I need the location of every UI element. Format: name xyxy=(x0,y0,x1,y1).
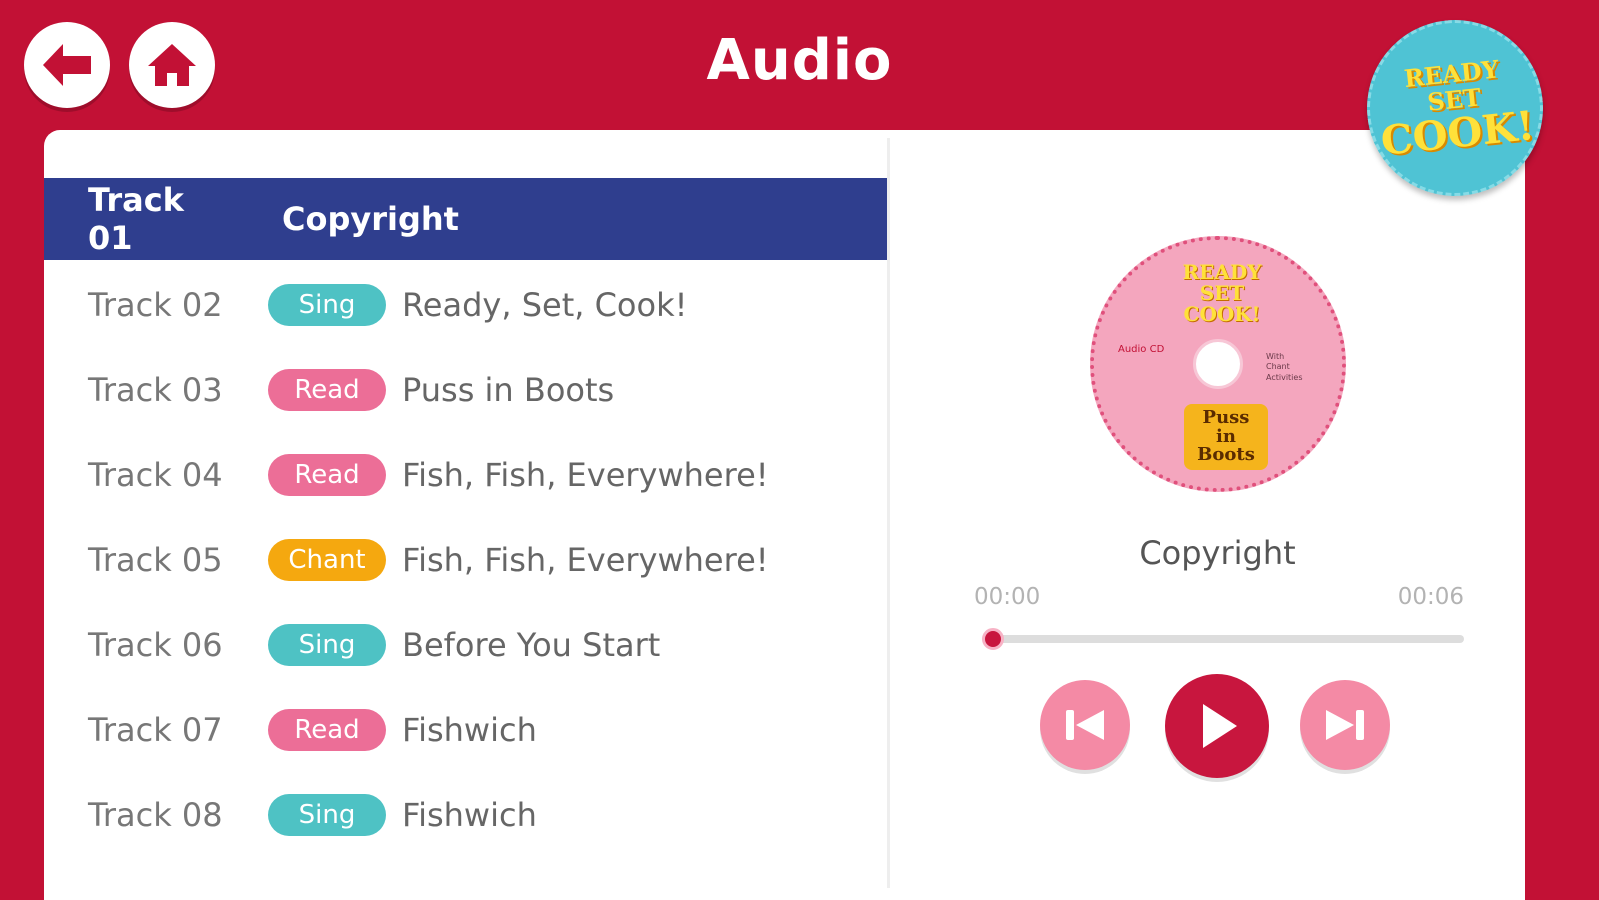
track-number: Track 08 xyxy=(88,795,223,834)
track-number: Track 03 xyxy=(88,370,223,409)
logo-text-line3: COOK! xyxy=(1378,101,1537,165)
track-row-07[interactable]: Track 07 Read Fishwich xyxy=(44,687,887,772)
badge-read: Read xyxy=(268,368,386,411)
track-number: Track 04 xyxy=(88,455,223,494)
track-number: Track 06 xyxy=(88,625,223,664)
audio-player: READY SET COOK! Audio CD With Chant Acti… xyxy=(890,130,1525,900)
cd-box-line1: Puss xyxy=(1202,406,1250,428)
badge-sing: Sing xyxy=(268,793,386,836)
progress-knob[interactable] xyxy=(981,628,1004,650)
badge-chant: Chant xyxy=(268,538,386,581)
track-title: Ready, Set, Cook! xyxy=(402,285,688,324)
cd-title-line2: SET xyxy=(1199,281,1245,305)
cd-title-line1: READY xyxy=(1182,260,1262,284)
now-playing-title: Copyright xyxy=(1139,534,1296,572)
track-title: Fishwich xyxy=(402,710,537,749)
cd-box-line3: Boots xyxy=(1197,444,1255,466)
track-row-02[interactable]: Track 02 Sing Ready, Set, Cook! xyxy=(44,262,887,347)
play-button[interactable] xyxy=(1165,674,1269,778)
badge-sing: Sing xyxy=(268,623,386,666)
badge-read: Read xyxy=(268,453,386,496)
track-number: Track 07 xyxy=(88,710,223,749)
time-elapsed: 00:00 xyxy=(974,584,1041,610)
cd-artwork: READY SET COOK! Audio CD With Chant Acti… xyxy=(1090,236,1346,492)
track-number: Track 01 xyxy=(88,181,184,257)
cd-title: READY SET COOK! xyxy=(1094,262,1350,325)
track-number: Track 02 xyxy=(88,285,223,324)
previous-track-button[interactable] xyxy=(1040,680,1130,770)
play-icon xyxy=(1203,704,1237,748)
page-title: Audio xyxy=(706,28,893,93)
content-panel: Track 01 Copyright Track 02 Sing Ready, … xyxy=(44,130,1525,900)
track-list: Track 01 Copyright Track 02 Sing Ready, … xyxy=(44,178,887,857)
track-row-05[interactable]: Track 05 Chant Fish, Fish, Everywhere! xyxy=(44,517,887,602)
progress-bar[interactable] xyxy=(981,628,1464,650)
cd-label-right-2: Chant xyxy=(1266,362,1290,372)
app-header: Audio xyxy=(0,0,1599,130)
badge-read: Read xyxy=(268,708,386,751)
track-number: Track 05 xyxy=(88,540,223,579)
track-title: Fish, Fish, Everywhere! xyxy=(402,455,769,494)
track-title: Fish, Fish, Everywhere! xyxy=(402,540,769,579)
track-title: Puss in Boots xyxy=(402,370,615,409)
cd-title-line3: COOK! xyxy=(1183,302,1261,326)
cd-label-left: Audio CD xyxy=(1118,344,1165,355)
skip-previous-icon xyxy=(1066,710,1104,740)
cd-book-sign: Puss in Boots xyxy=(1184,404,1268,470)
track-row-04[interactable]: Track 04 Read Fish, Fish, Everywhere! xyxy=(44,432,887,517)
badge-sing: Sing xyxy=(268,283,386,326)
track-row-06[interactable]: Track 06 Sing Before You Start xyxy=(44,602,887,687)
track-row-03[interactable]: Track 03 Read Puss in Boots xyxy=(44,347,887,432)
track-row-01[interactable]: Track 01 Copyright xyxy=(44,178,887,260)
track-title: Copyright xyxy=(282,200,459,238)
track-title: Fishwich xyxy=(402,795,537,834)
cd-label-right-3: Activities xyxy=(1266,372,1303,382)
next-track-button[interactable] xyxy=(1300,680,1390,770)
skip-next-icon xyxy=(1326,710,1364,740)
track-row-08[interactable]: Track 08 Sing Fishwich xyxy=(44,772,887,857)
cd-label-right: With Chant Activities xyxy=(1266,352,1303,383)
cd-center-hole xyxy=(1193,339,1243,389)
cd-label-right-1: With xyxy=(1266,352,1285,361)
track-title: Before You Start xyxy=(402,625,661,664)
time-total: 00:06 xyxy=(1397,584,1464,610)
